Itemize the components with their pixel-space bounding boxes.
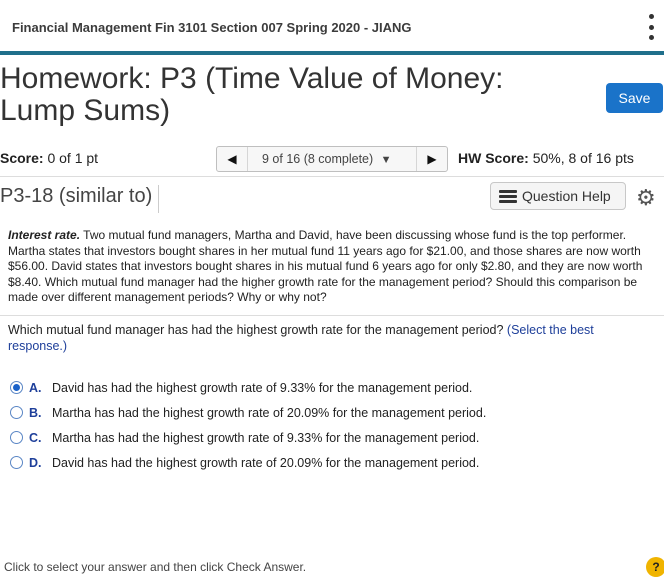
answer-options: A. David has had the highest growth rate… bbox=[10, 375, 650, 475]
radio-icon[interactable] bbox=[10, 456, 23, 469]
divider bbox=[0, 315, 664, 316]
option-d[interactable]: D. David has had the highest growth rate… bbox=[10, 450, 650, 475]
course-title: Financial Management Fin 3101 Section 00… bbox=[12, 20, 412, 35]
top-bar: Financial Management Fin 3101 Section 00… bbox=[0, 0, 664, 55]
problem-text: Interest rate. Two mutual fund managers,… bbox=[8, 228, 654, 306]
homework-title-line-2: Lump Sums) bbox=[0, 94, 171, 127]
score-value: 0 of 1 pt bbox=[47, 150, 99, 166]
score-label: Score: bbox=[0, 150, 44, 166]
kebab-menu-icon[interactable] bbox=[646, 14, 656, 40]
option-letter: D. bbox=[29, 455, 42, 470]
question-select[interactable]: 9 of 16 (8 complete) ▼ bbox=[248, 147, 416, 171]
question-text: Which mutual fund manager has had the hi… bbox=[8, 323, 504, 337]
score: Score: 0 of 1 pt bbox=[0, 150, 98, 166]
list-icon bbox=[499, 188, 517, 205]
radio-selected-icon[interactable] bbox=[10, 381, 23, 394]
triangle-left-icon[interactable]: ◀ bbox=[217, 147, 248, 171]
homework-title-line-1: Homework: P3 (Time Value of Money: bbox=[0, 62, 504, 95]
question-select-value: 9 of 16 (8 complete) bbox=[262, 152, 374, 166]
radio-icon[interactable] bbox=[10, 431, 23, 444]
option-letter: C. bbox=[29, 430, 42, 445]
option-c[interactable]: C. Martha has had the highest growth rat… bbox=[10, 425, 650, 450]
homework-title: Homework: P3 (Time Value of Money: Lump … bbox=[0, 63, 590, 127]
option-letter: A. bbox=[29, 380, 42, 395]
option-text: Martha has had the highest growth rate o… bbox=[52, 405, 487, 420]
hw-score: HW Score: 50%, 8 of 16 pts bbox=[458, 150, 634, 166]
option-b[interactable]: B. Martha has had the highest growth rat… bbox=[10, 400, 650, 425]
help-icon[interactable]: ? bbox=[646, 557, 664, 577]
triangle-right-icon[interactable]: ▶ bbox=[416, 147, 447, 171]
hw-score-label: HW Score: bbox=[458, 150, 529, 166]
hw-score-value: 50%, 8 of 16 pts bbox=[532, 150, 634, 166]
radio-icon[interactable] bbox=[10, 406, 23, 419]
gear-icon[interactable]: ⚙ bbox=[636, 185, 656, 211]
option-text: Martha has had the highest growth rate o… bbox=[52, 430, 480, 445]
question-prompt: Which mutual fund manager has had the hi… bbox=[8, 322, 648, 354]
chevron-down-icon: ▼ bbox=[380, 154, 392, 166]
score-row: Score: 0 of 1 pt ◀ 9 of 16 (8 complete) … bbox=[0, 142, 664, 177]
option-text: David has had the highest growth rate of… bbox=[52, 380, 473, 395]
question-header: P3-18 (similar to) Question Help ⚙ bbox=[0, 177, 664, 219]
option-a[interactable]: A. David has had the highest growth rate… bbox=[10, 375, 650, 400]
option-text: David has had the highest growth rate of… bbox=[52, 455, 480, 470]
save-button[interactable]: Save bbox=[606, 83, 663, 113]
option-letter: B. bbox=[29, 405, 42, 420]
footer-instruction: Click to select your answer and then cli… bbox=[4, 560, 307, 574]
question-help-button[interactable]: Question Help bbox=[490, 182, 626, 210]
question-navigator: ◀ 9 of 16 (8 complete) ▼ ▶ bbox=[216, 146, 448, 172]
problem-body: Two mutual fund managers, Martha and Dav… bbox=[8, 228, 643, 304]
problem-lead: Interest rate. bbox=[8, 228, 81, 242]
question-help-label: Question Help bbox=[522, 188, 611, 204]
question-id: P3-18 (similar to) bbox=[0, 185, 160, 213]
